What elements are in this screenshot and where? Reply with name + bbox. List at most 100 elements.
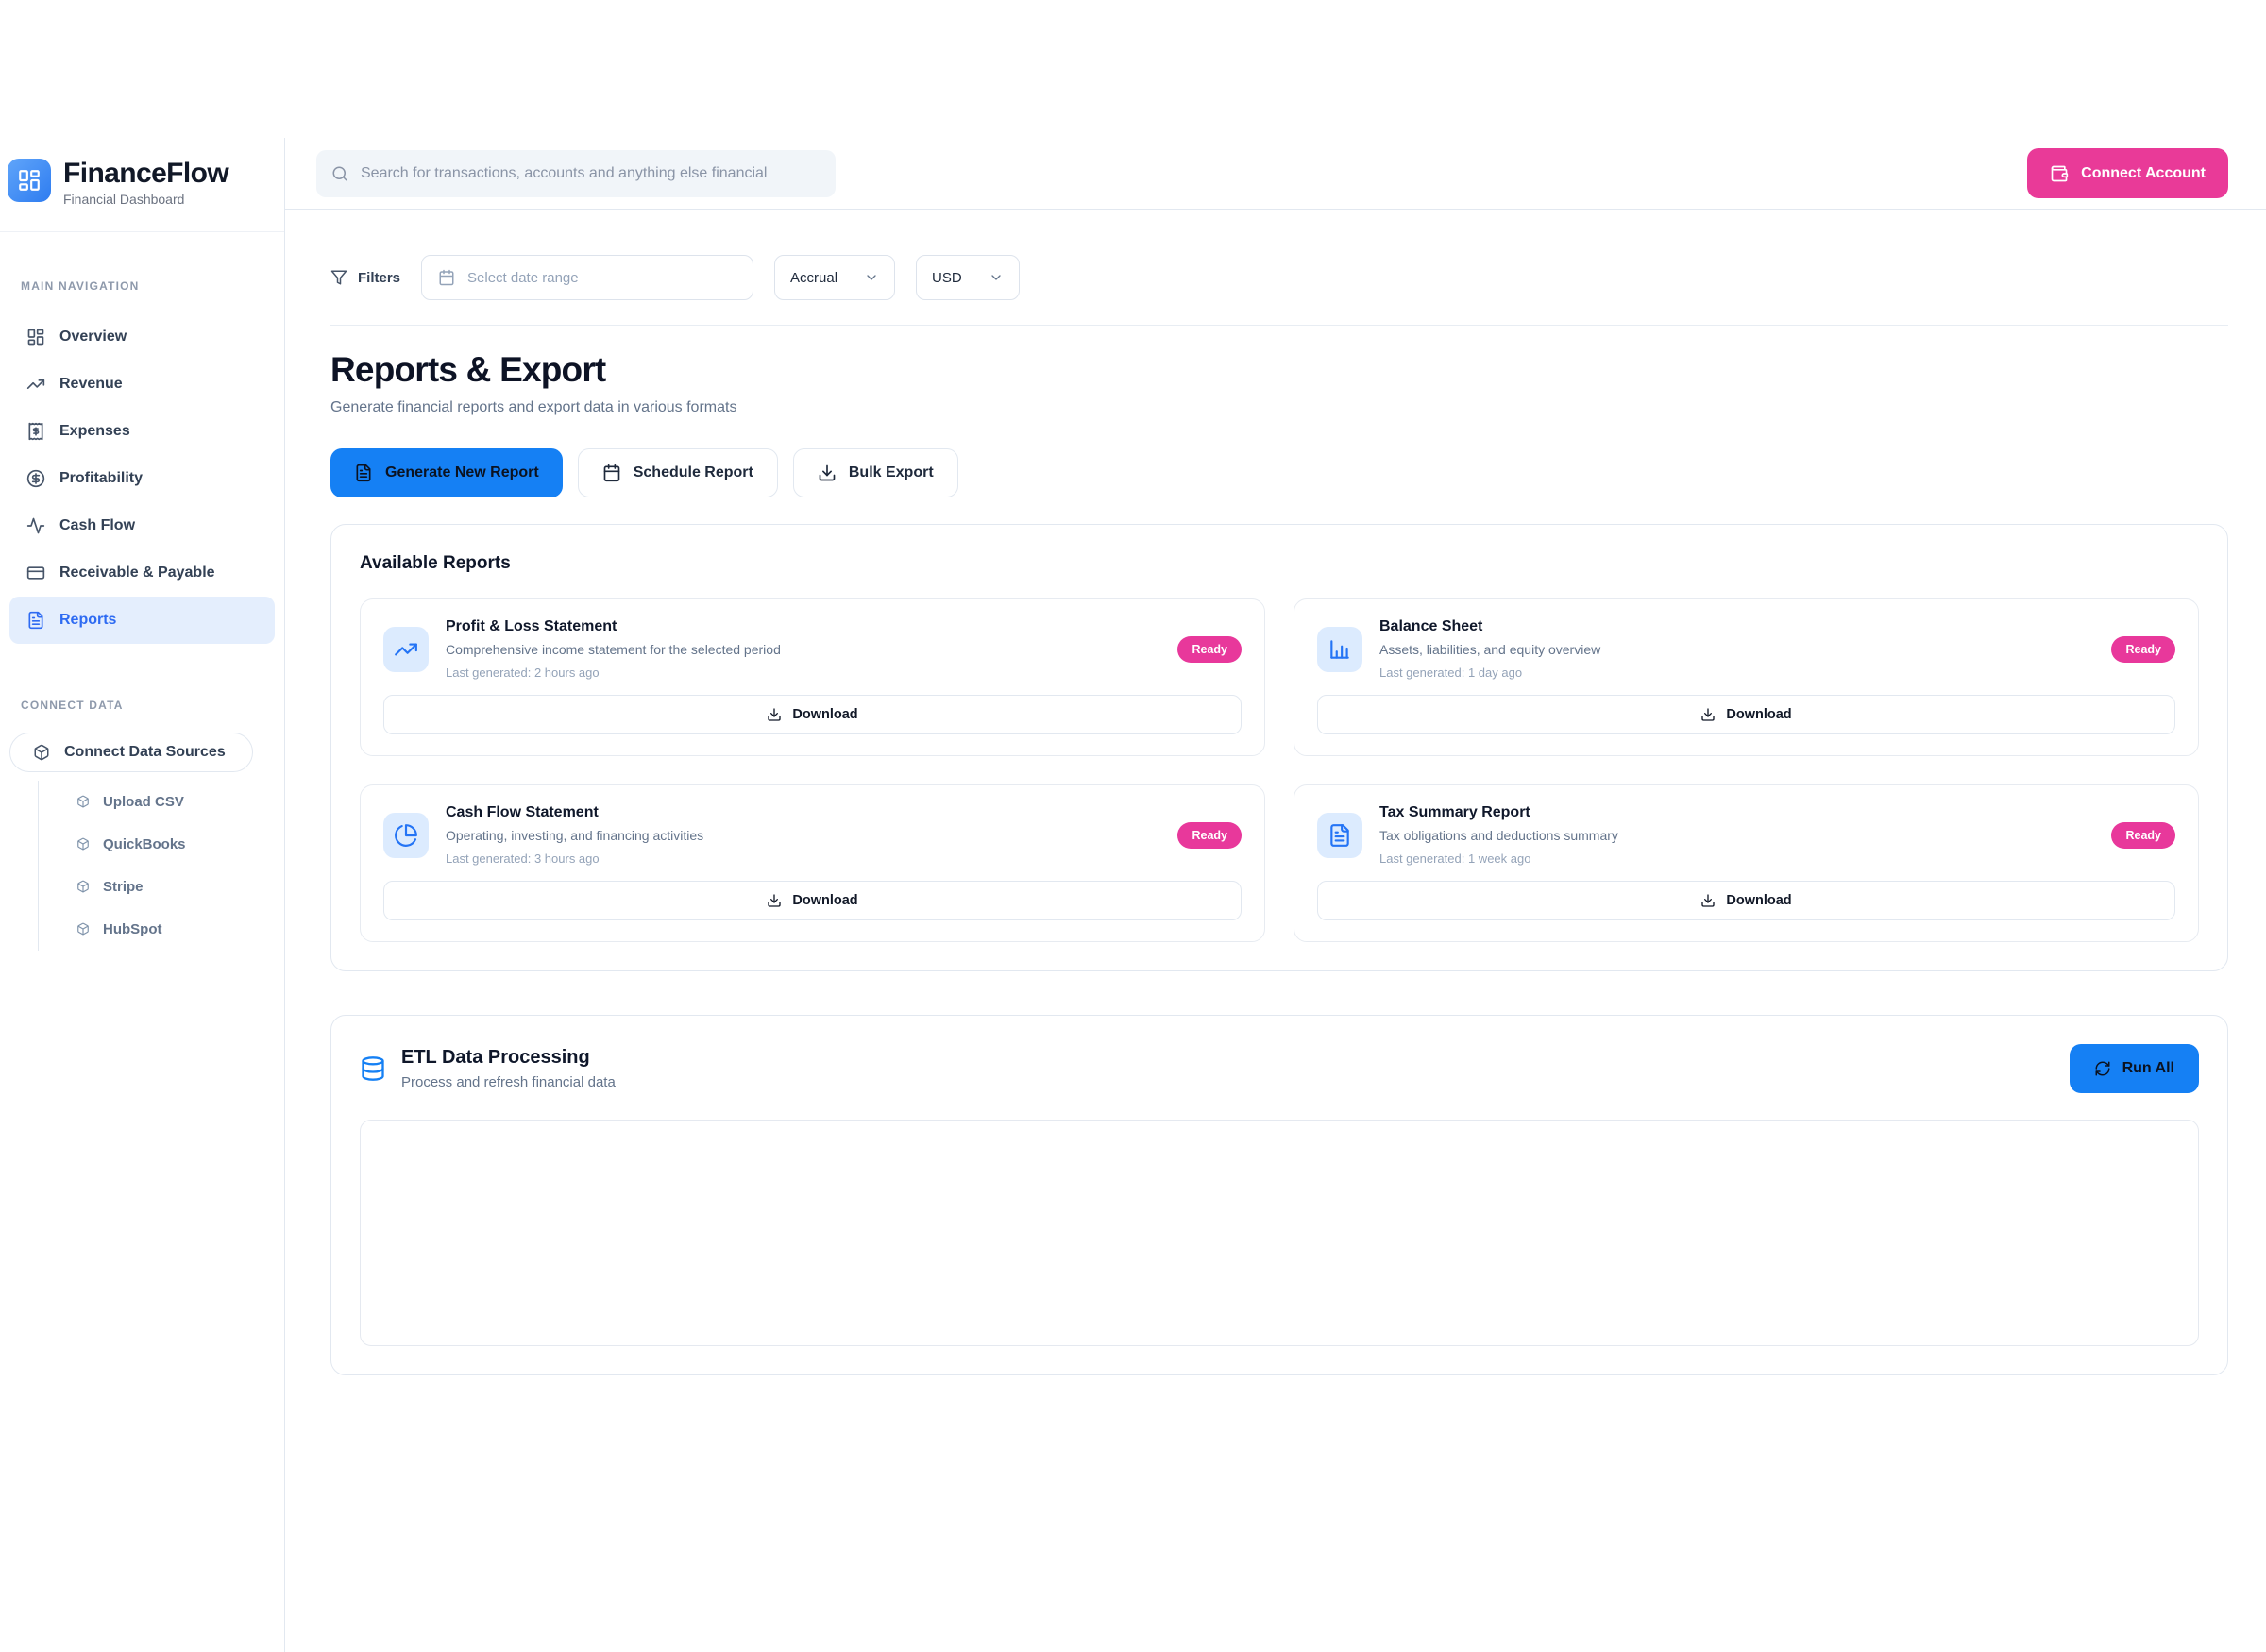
receipt-icon [26, 422, 45, 441]
sidebar-item-reports[interactable]: Reports [9, 597, 275, 644]
report-card-cash-flow: Cash Flow Statement Operating, investing… [360, 784, 1265, 942]
source-item-stripe[interactable]: Stripe [39, 866, 275, 908]
bulk-export-button[interactable]: Bulk Export [793, 448, 958, 497]
calendar-icon [602, 464, 621, 482]
page-subtitle: Generate financial reports and export da… [330, 399, 2228, 416]
generate-new-report-button[interactable]: Generate New Report [330, 448, 563, 497]
refresh-icon [2094, 1060, 2111, 1077]
date-range-picker[interactable]: Select date range [421, 255, 753, 300]
download-button[interactable]: Download [1317, 695, 2175, 734]
calendar-icon [438, 269, 455, 286]
sidebar: FinanceFlow Financial Dashboard MAIN NAV… [0, 138, 285, 1652]
topbar: Connect Account [285, 138, 2266, 210]
currency-value: USD [932, 270, 962, 286]
source-item-label: Upload CSV [103, 794, 184, 810]
file-text-icon [1317, 813, 1362, 858]
connect-data-sources-button[interactable]: Connect Data Sources [9, 733, 253, 772]
connect-data-sources-label: Connect Data Sources [64, 744, 226, 761]
source-item-hubspot[interactable]: HubSpot [39, 908, 275, 951]
page-title: Reports & Export [330, 350, 2228, 390]
search-icon [331, 165, 348, 182]
activity-icon [26, 516, 45, 535]
report-actions: Generate New Report Schedule Report Bulk… [330, 448, 2228, 497]
download-button[interactable]: Download [383, 695, 1242, 734]
main-nav-title: MAIN NAVIGATION [9, 279, 275, 293]
status-badge: Ready [2111, 822, 2175, 849]
sidebar-item-overview[interactable]: Overview [9, 313, 275, 361]
etl-title: ETL Data Processing [401, 1047, 616, 1069]
report-card-profit-loss: Profit & Loss Statement Comprehensive in… [360, 598, 1265, 756]
brand-tagline: Financial Dashboard [63, 192, 228, 207]
sidebar-item-cash-flow[interactable]: Cash Flow [9, 502, 275, 549]
available-reports-title: Available Reports [360, 553, 2199, 574]
file-text-icon [26, 611, 45, 630]
sidebar-item-receivable-payable[interactable]: Receivable & Payable [9, 549, 275, 597]
filters-bar: Filters Select date range Accrual USD [330, 255, 2228, 326]
package-icon [33, 744, 50, 761]
sidebar-item-label: Expenses [59, 423, 130, 440]
chevron-down-icon [962, 270, 1004, 285]
credit-card-icon [26, 564, 45, 582]
database-icon [360, 1055, 386, 1082]
report-last-generated: Last generated: 3 hours ago [446, 851, 1160, 866]
source-item-label: HubSpot [103, 921, 161, 937]
report-card-tax-summary: Tax Summary Report Tax obligations and d… [1294, 784, 2199, 942]
bar-chart-icon [1317, 627, 1362, 672]
status-badge: Ready [2111, 636, 2175, 663]
filters-label: Filters [330, 269, 400, 286]
dashboard-grid-icon [17, 168, 42, 193]
main-navigation: MAIN NAVIGATION Overview Revenue Expense… [0, 232, 284, 644]
sidebar-item-label: Revenue [59, 376, 123, 393]
wallet-icon [2050, 164, 2069, 183]
accounting-method-select[interactable]: Accrual [774, 255, 895, 300]
source-item-label: Stripe [103, 879, 144, 895]
brand-block: FinanceFlow Financial Dashboard [0, 138, 284, 232]
etl-jobs-container [360, 1120, 2199, 1346]
download-button[interactable]: Download [1317, 881, 2175, 920]
etl-subtitle: Process and refresh financial data [401, 1074, 616, 1090]
data-source-list: Upload CSV QuickBooks Stripe HubSpot [38, 781, 275, 951]
sidebar-item-label: Profitability [59, 470, 143, 487]
report-title: Cash Flow Statement [446, 804, 1160, 821]
download-icon [767, 707, 782, 722]
sidebar-item-revenue[interactable]: Revenue [9, 361, 275, 408]
sidebar-item-label: Overview [59, 329, 127, 346]
sidebar-item-label: Receivable & Payable [59, 565, 215, 582]
sidebar-item-label: Reports [59, 612, 116, 629]
report-last-generated: Last generated: 1 day ago [1379, 666, 2094, 680]
main-area: Connect Account Filters Select date rang… [285, 138, 2266, 1652]
source-item-quickbooks[interactable]: QuickBooks [39, 823, 275, 866]
connect-data-section: CONNECT DATA Connect Data Sources Upload… [0, 644, 284, 951]
download-button[interactable]: Download [383, 881, 1242, 920]
brand-logo [8, 159, 51, 202]
chevron-down-icon [837, 270, 879, 285]
report-description: Tax obligations and deductions summary [1379, 828, 2094, 843]
download-icon [1700, 893, 1716, 908]
global-search [316, 150, 836, 197]
currency-select[interactable]: USD [916, 255, 1020, 300]
connect-account-button[interactable]: Connect Account [2027, 148, 2228, 198]
source-item-label: QuickBooks [103, 836, 186, 852]
accounting-method-value: Accrual [790, 270, 837, 286]
app-root: FinanceFlow Financial Dashboard MAIN NAV… [0, 138, 2266, 1652]
sidebar-item-label: Cash Flow [59, 517, 135, 534]
package-icon [76, 795, 90, 808]
source-item-upload-csv[interactable]: Upload CSV [39, 781, 275, 823]
status-badge: Ready [1177, 822, 1242, 849]
report-card-balance-sheet: Balance Sheet Assets, liabilities, and e… [1294, 598, 2199, 756]
schedule-report-button[interactable]: Schedule Report [578, 448, 778, 497]
download-icon [767, 893, 782, 908]
search-input[interactable] [361, 165, 820, 182]
report-title: Profit & Loss Statement [446, 618, 1160, 635]
layout-dashboard-icon [26, 328, 45, 346]
sidebar-item-expenses[interactable]: Expenses [9, 408, 275, 455]
report-description: Comprehensive income statement for the s… [446, 642, 1160, 657]
report-description: Assets, liabilities, and equity overview [1379, 642, 2094, 657]
report-last-generated: Last generated: 2 hours ago [446, 666, 1160, 680]
trending-up-icon [26, 375, 45, 394]
file-text-icon [354, 464, 373, 482]
package-icon [76, 837, 90, 851]
pie-chart-icon [383, 813, 429, 858]
run-all-button[interactable]: Run All [2070, 1044, 2199, 1093]
sidebar-item-profitability[interactable]: Profitability [9, 455, 275, 502]
